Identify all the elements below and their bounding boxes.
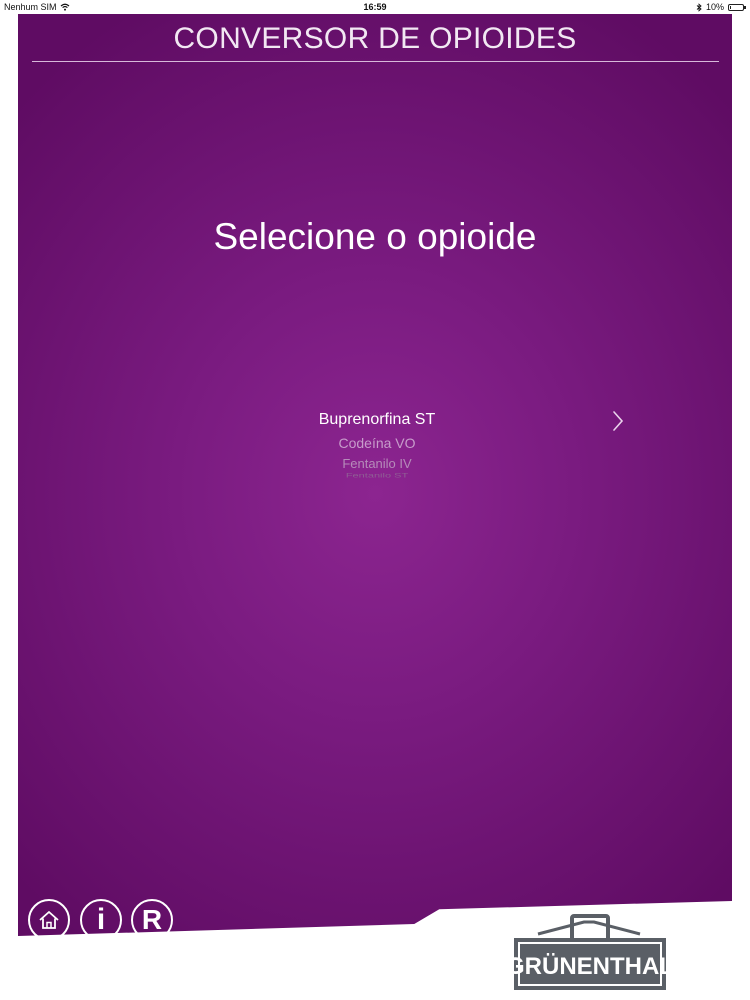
status-bar: Nenhum SIM 16:59 10% [0,0,750,14]
picker-item[interactable]: Codeína VO [200,435,554,451]
grunenthal-logo: GRÜNENTHAL [510,914,670,990]
info-icon: i [96,903,106,936]
home-button[interactable] [28,899,70,941]
chevron-right-icon[interactable] [609,409,627,433]
app-title: CONVERSOR DE OPIOIDES [173,22,577,55]
status-right: 10% [696,2,746,12]
page-prompt: Selecione o opioide [213,216,537,257]
picker-item[interactable]: Fentanilo IV [200,456,554,471]
bluetooth-icon [696,2,702,12]
battery-icon [728,3,746,11]
info-button[interactable]: i [80,899,122,941]
opioid-picker[interactable]: Buprenorfina ST Codeína VO Fentanilo IV … [200,405,554,485]
references-button[interactable]: R [131,899,173,941]
logo-text: GRÜNENTHAL [510,953,670,980]
title-divider [32,61,719,62]
battery-percent: 10% [705,2,724,12]
home-icon [39,911,59,929]
references-icon: R [141,904,163,935]
battery-fill [730,5,731,9]
picker-item-selected[interactable]: Buprenorfina ST [200,411,554,429]
picker-item[interactable]: Fentanilo ST [200,472,554,479]
status-time: 16:59 [363,2,387,12]
